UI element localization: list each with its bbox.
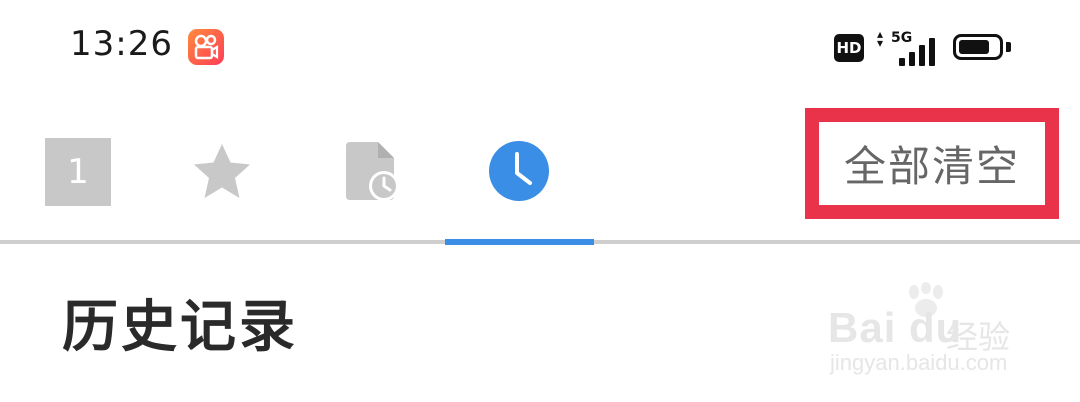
- data-arrows-icon: ▴ ▾: [877, 27, 884, 50]
- tab-history[interactable]: [488, 140, 550, 206]
- signal-bar: [919, 45, 925, 66]
- watermark-url: jingyan.baidu.com: [830, 350, 1008, 375]
- signal-bar: [909, 52, 915, 66]
- signal-bar: [929, 38, 935, 66]
- battery-level: [959, 40, 989, 54]
- tab-count[interactable]: 1: [45, 138, 111, 206]
- signal-icon: ▴ ▾ 5G: [877, 27, 939, 66]
- active-tab-indicator: [445, 239, 594, 245]
- clock-icon: [489, 141, 549, 201]
- document-clock-icon: [346, 142, 399, 201]
- status-time: 13:26: [70, 24, 173, 64]
- star-icon: [194, 144, 250, 198]
- clear-all-button[interactable]: 全部清空: [805, 108, 1059, 219]
- battery-icon: [953, 34, 1003, 60]
- battery-cap: [1006, 42, 1011, 52]
- kuaishou-app-icon: [188, 29, 224, 65]
- tab-favorites[interactable]: [190, 140, 254, 208]
- clear-all-label: 全部清空: [843, 142, 1020, 191]
- page-title: 历史记录: [62, 295, 298, 360]
- baidu-jingyan-watermark: Bai du 经验 jingyan.baidu.com: [828, 282, 1028, 382]
- watermark-brand: Bai du: [828, 304, 963, 351]
- network-type-label: 5G: [891, 30, 913, 46]
- hd-icon: HD: [834, 34, 864, 62]
- tab-recent-files[interactable]: [342, 140, 402, 208]
- signal-bar: [899, 58, 905, 66]
- status-bar: 13:26 HD ▴ ▾ 5G: [0, 0, 1080, 90]
